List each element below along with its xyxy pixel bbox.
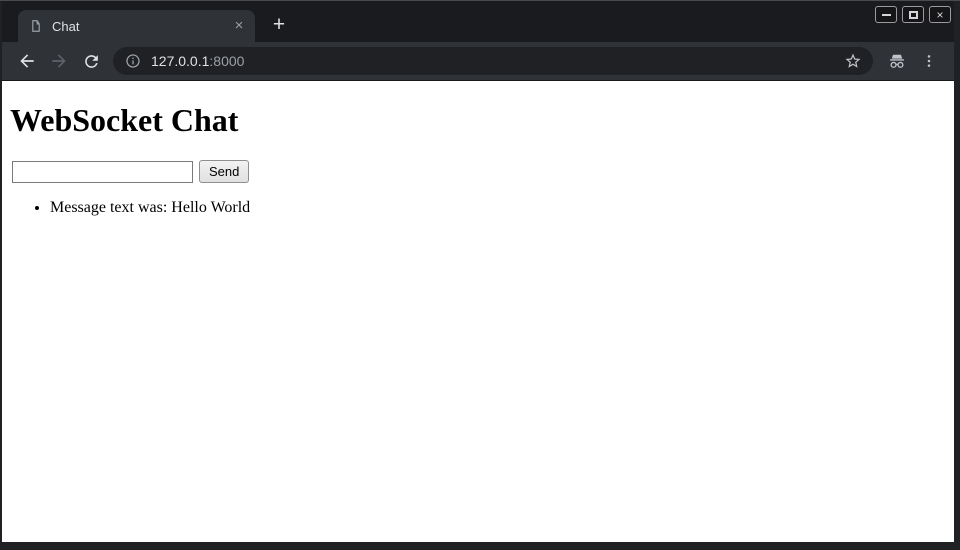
bookmark-button[interactable] <box>841 49 865 73</box>
star-icon <box>844 52 862 70</box>
tab-title: Chat <box>52 19 231 34</box>
chat-form: Send <box>12 160 946 183</box>
message-item: Message text was: Hello World <box>50 199 946 217</box>
page-title: WebSocket Chat <box>10 102 946 139</box>
url-host: 127.0.0.1 <box>151 53 209 69</box>
tab-close-icon[interactable]: × <box>231 18 247 34</box>
page-content: WebSocket Chat Send Message text was: He… <box>2 81 954 542</box>
forward-button[interactable] <box>43 45 75 77</box>
message-input[interactable] <box>12 161 193 183</box>
incognito-icon <box>887 51 907 71</box>
window-close-button[interactable]: × <box>929 6 951 23</box>
tab-chat[interactable]: Chat × <box>18 10 255 42</box>
back-button[interactable] <box>11 45 43 77</box>
window-close-icon: × <box>936 9 943 21</box>
menu-button[interactable] <box>913 45 945 77</box>
browser-window: Chat × + × <box>0 0 960 550</box>
maximize-button[interactable] <box>902 6 924 23</box>
minimize-button[interactable] <box>875 6 897 23</box>
info-icon[interactable] <box>125 53 141 69</box>
browser-toolbar: 127.0.0.1:8000 <box>2 42 954 81</box>
url-text[interactable]: 127.0.0.1:8000 <box>151 53 841 69</box>
reload-button[interactable] <box>75 45 107 77</box>
document-icon <box>29 19 43 33</box>
message-list: Message text was: Hello World <box>10 199 946 217</box>
tab-strip: Chat × + × <box>2 1 954 42</box>
minimize-icon <box>882 14 891 16</box>
new-tab-button[interactable]: + <box>265 11 293 39</box>
forward-icon <box>49 51 69 71</box>
window-controls: × <box>875 6 951 23</box>
url-port: :8000 <box>209 53 244 69</box>
three-dot-menu-icon <box>921 52 937 70</box>
address-bar[interactable]: 127.0.0.1:8000 <box>113 47 873 75</box>
reload-icon <box>82 52 101 71</box>
maximize-icon <box>909 11 918 19</box>
back-icon <box>17 51 37 71</box>
incognito-indicator <box>881 45 913 77</box>
send-button[interactable]: Send <box>199 160 249 183</box>
